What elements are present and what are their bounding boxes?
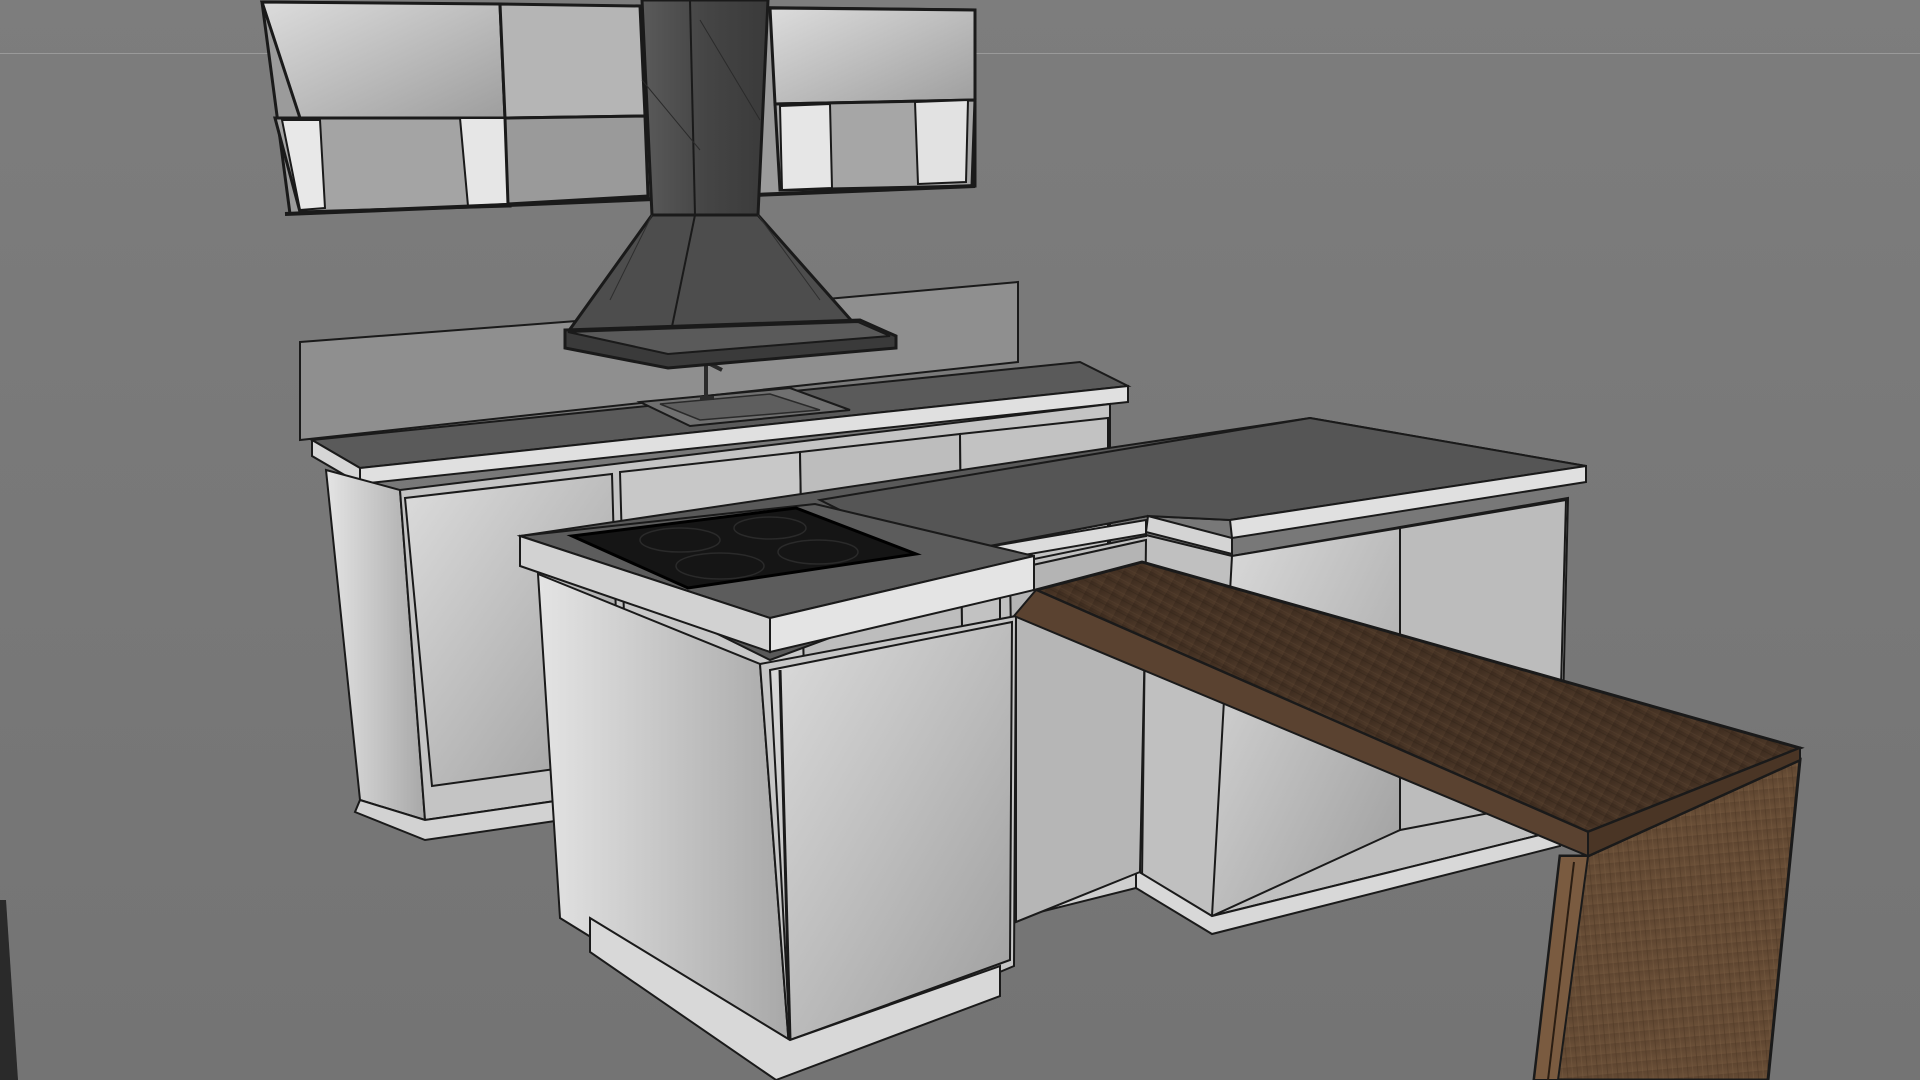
wall-cabinets[interactable] (259, 0, 977, 216)
kitchen-model[interactable] (0, 0, 1920, 1080)
3d-viewport[interactable] (0, 0, 1920, 1080)
partial-object-left (0, 900, 18, 1080)
